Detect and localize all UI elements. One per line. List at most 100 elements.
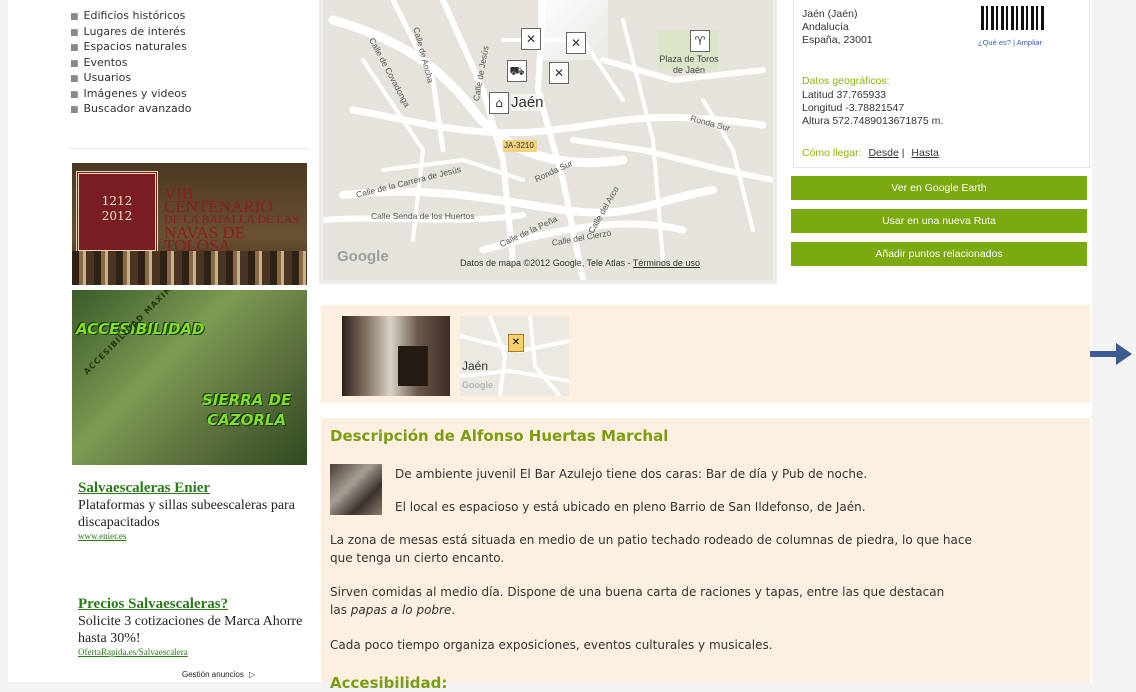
description-paragraph: El local es espacioso y está ubicado en … bbox=[395, 500, 866, 514]
bullet-icon: ■ bbox=[70, 27, 79, 38]
google-earth-button[interactable]: Ver en Google Earth bbox=[791, 176, 1087, 200]
next-arrow-icon[interactable] bbox=[1090, 343, 1132, 365]
restaurant-icon[interactable]: ✕ bbox=[549, 62, 569, 84]
banner-line1: VIII CENTENARIO bbox=[164, 184, 273, 216]
qr-links: ¿Qué es? | Ampliar bbox=[978, 38, 1042, 47]
crowd-photo bbox=[72, 251, 307, 285]
seal-year-bottom: 2012 bbox=[101, 209, 133, 223]
nav-item-buscador[interactable]: ■ Buscador avanzado bbox=[70, 101, 191, 117]
google-logo: Google bbox=[462, 380, 493, 390]
storefront-photo[interactable] bbox=[342, 316, 450, 396]
restaurant-icon[interactable]: ✕ bbox=[521, 28, 541, 50]
bank-icon[interactable]: ⌂ bbox=[489, 92, 509, 114]
left-column: ■ Edificios históricos ■ Lugares de interé… bbox=[70, 0, 308, 682]
paragraph-line: que tenga un cierto encanto. bbox=[330, 551, 505, 565]
nav-item-espacios[interactable]: ■ Espacios naturales bbox=[70, 39, 191, 55]
bullet-icon: ■ bbox=[70, 89, 79, 100]
paragraph-line: Sirven comidas al medio día. Dispone de … bbox=[330, 585, 945, 599]
description-paragraph: La zona de mesas está situada en medio d… bbox=[330, 531, 972, 567]
punctuation: . bbox=[451, 603, 456, 617]
ad-title-link[interactable]: Salvaescaleras Enier bbox=[78, 480, 303, 497]
address-block: Jaén (Jaén) Andalucía España, 23001 bbox=[802, 8, 873, 47]
ad-url-link[interactable]: OfertaRapida.es/Salvaescalera bbox=[78, 647, 303, 657]
banner-sierra-line2: CAZORLA bbox=[207, 411, 287, 429]
map-thumb-label: Jaén bbox=[462, 359, 489, 373]
accessibility-heading: Accesibilidad: bbox=[330, 674, 448, 692]
nav-item-label[interactable]: Imágenes y videos bbox=[84, 87, 187, 100]
poi-label: Plaza de Toros de Jaén bbox=[659, 54, 719, 75]
qr-what-link[interactable]: ¿Qué es? bbox=[978, 38, 1011, 47]
restaurant-icon[interactable]: ✕ bbox=[566, 32, 586, 54]
separator: | bbox=[901, 147, 905, 159]
separator: | bbox=[1013, 38, 1015, 47]
longitude: Longitud -3.78821547 bbox=[802, 102, 905, 114]
add-related-button[interactable]: Añadir puntos relacionados bbox=[791, 242, 1087, 266]
bullfight-icon[interactable]: ♈ bbox=[690, 30, 710, 52]
terms-link[interactable]: Términos de uso bbox=[633, 258, 700, 268]
town-label: Jaén bbox=[511, 94, 544, 111]
ad-block: Salvaescaleras Enier Plataformas y silla… bbox=[78, 480, 303, 541]
ad-description: Solicite 3 cotizaciones de Marca Ahorre … bbox=[78, 614, 303, 646]
description-title: Descripción de Alfonso Huertas Marchal bbox=[330, 427, 669, 445]
nav-item-lugares[interactable]: ■ Lugares de interés bbox=[70, 24, 191, 40]
location-info-box: Jaén (Jaén) Andalucía España, 23001 ¿Qué… bbox=[793, 0, 1090, 168]
banner-sierra-line1: SIERRA DE bbox=[202, 391, 292, 409]
description-paragraph: Cada poco tiempo organiza exposiciones, … bbox=[330, 638, 773, 652]
qr-enlarge-link[interactable]: Ampliar bbox=[1017, 38, 1042, 47]
page: ■ Edificios históricos ■ Lugares de interé… bbox=[8, 0, 1092, 692]
altitude: Altura 572.7489013671875 m. bbox=[802, 115, 944, 127]
bullet-icon: ■ bbox=[70, 12, 79, 22]
nav-item-label[interactable]: Usuarios bbox=[84, 71, 132, 84]
nav-item-label[interactable]: Edificios históricos bbox=[84, 9, 186, 22]
divider bbox=[70, 148, 308, 149]
nav-item-eventos[interactable]: ■ Eventos bbox=[70, 55, 191, 71]
nav-item-label[interactable]: Buscador avanzado bbox=[84, 102, 192, 115]
latitude: Latitud 37.765933 bbox=[802, 89, 887, 101]
bullet-icon: ■ bbox=[70, 58, 79, 69]
ads-management-link[interactable]: Gestión anuncios ▷ bbox=[182, 670, 255, 679]
nav-item-label[interactable]: Eventos bbox=[84, 56, 128, 69]
new-route-button[interactable]: Usar en una nueva Ruta bbox=[791, 209, 1087, 233]
geo-data: Latitud 37.765933 Longitud -3.78821547 A… bbox=[802, 89, 943, 128]
directions-label: Cómo llegar: bbox=[802, 147, 862, 159]
nav-item-edificios[interactable]: ■ Edificios históricos bbox=[70, 8, 191, 24]
paragraph-line: La zona de mesas está situada en medio d… bbox=[330, 533, 972, 547]
description-thumbnail[interactable] bbox=[330, 464, 382, 515]
ad-block: Precios Salvaescaleras? Solicite 3 cotiz… bbox=[78, 596, 303, 657]
directions-from-link[interactable]: Desde bbox=[868, 147, 898, 159]
directions-row: Cómo llegar: Desde | Hasta bbox=[802, 147, 939, 159]
geo-heading: Datos geográficos: bbox=[802, 75, 890, 87]
map-thumbnail[interactable]: ✕ Jaén Google bbox=[460, 316, 569, 396]
photo-strip: ✕ Jaén Google bbox=[321, 305, 1090, 403]
nav-item-imagenes[interactable]: ■ Imágenes y videos bbox=[70, 86, 191, 102]
ad-title-link[interactable]: Precios Salvaescaleras? bbox=[78, 596, 303, 613]
description-paragraph: Sirven comidas al medio día. Dispone de … bbox=[330, 583, 944, 619]
address-country: España, 23001 bbox=[802, 34, 873, 46]
ad-url-link[interactable]: www.enier.es bbox=[78, 531, 303, 541]
seal-year-top: 1212 bbox=[101, 194, 133, 208]
paragraph-line: las bbox=[330, 603, 347, 617]
nav-item-usuarios[interactable]: ■ Usuarios bbox=[70, 70, 191, 86]
banner-sierra: SIERRA DE CAZORLA bbox=[202, 390, 291, 430]
centenario-banner[interactable]: 1212 2012 VIII CENTENARIO DE LA BATALLA … bbox=[72, 163, 307, 285]
bullet-icon: ■ bbox=[70, 74, 79, 84]
bullet-icon: ■ bbox=[70, 43, 79, 53]
qr-code-icon[interactable] bbox=[981, 6, 1045, 30]
door-shape bbox=[398, 346, 428, 386]
description-panel: Descripción de Alfonso Huertas Marchal D… bbox=[321, 418, 1090, 692]
google-map[interactable]: Calle de Covadonga Calle de Ancha Calle … bbox=[323, 0, 773, 280]
car-icon[interactable]: ⛟ bbox=[507, 60, 527, 82]
accesibilidad-banner[interactable]: ACCESIBILIDAD ACCESIBILIDAD MAXIMA ASOCI… bbox=[72, 290, 307, 465]
road-badge: JA-3210 bbox=[504, 141, 534, 150]
seal-emblem: 1212 2012 bbox=[76, 171, 158, 253]
map-footer: Datos de mapa ©2012 Google, Tele Atlas -… bbox=[460, 258, 700, 268]
right-gutter bbox=[1092, 0, 1136, 682]
nav-item-label[interactable]: Espacios naturales bbox=[84, 40, 187, 53]
ad-description: Plataformas y sillas subeescaleras para … bbox=[78, 498, 295, 530]
address-region: Andalucía bbox=[802, 21, 849, 33]
nav-item-label[interactable]: Lugares de interés bbox=[84, 25, 186, 38]
address-city: Jaén (Jaén) bbox=[802, 8, 858, 20]
directions-to-link[interactable]: Hasta bbox=[911, 147, 938, 159]
banner-line3: NAVAS DE TOLOSA bbox=[164, 223, 246, 255]
description-paragraph: De ambiente juvenil El Bar Azulejo tiene… bbox=[395, 467, 868, 481]
